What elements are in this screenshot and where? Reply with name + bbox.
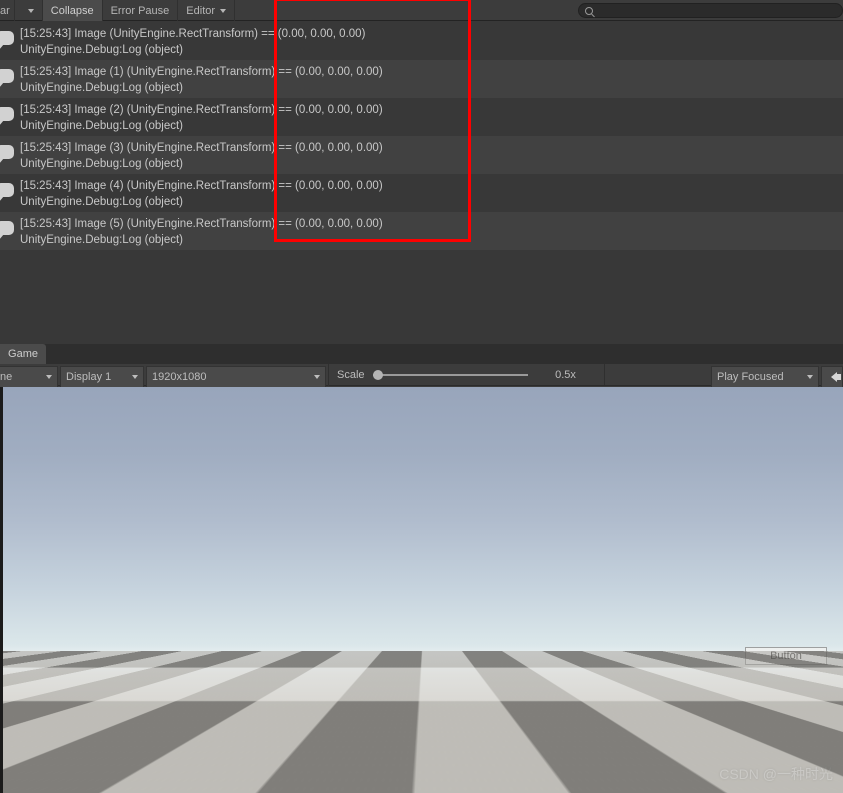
search-icon [585, 6, 593, 15]
game-panel: Game ne Display 1 1920x1080 Scale 0.5x P… [0, 344, 843, 793]
log-stacktrace: UnityEngine.Debug:Log (object) [20, 234, 184, 246]
editor-label: Editor [186, 4, 216, 17]
scale-label: Scale [337, 369, 365, 381]
log-entry-row[interactable]: [15:25:43] Image (2) (UnityEngine.RectTr… [0, 98, 843, 136]
speaker-mute-icon [830, 372, 841, 382]
scale-value: 0.5x [555, 369, 576, 381]
log-entry-text: [15:25:43] Image (3) (UnityEngine.RectTr… [14, 138, 383, 172]
log-stacktrace: UnityEngine.Debug:Log (object) [20, 196, 184, 208]
log-message: [15:25:43] Image (4) (UnityEngine.RectTr… [20, 180, 383, 192]
game-toolbar: ne Display 1 1920x1080 Scale 0.5x Play F… [0, 364, 843, 388]
log-message: [15:25:43] Image (5) (UnityEngine.RectTr… [20, 218, 383, 230]
unity-editor-window: ar Collapse Error Pause Editor [15:25:43… [0, 0, 843, 793]
chevron-down-icon [220, 8, 227, 13]
play-mode-label: Play Focused [717, 371, 784, 383]
error-pause-toggle[interactable]: Error Pause [103, 0, 179, 21]
chevron-down-icon [27, 8, 34, 13]
chevron-down-icon [46, 375, 52, 379]
chevron-down-icon [807, 375, 813, 379]
game-tab-bar: Game [0, 344, 843, 364]
ui-button[interactable]: Button [745, 647, 827, 665]
clear-dropdown-button[interactable] [15, 0, 43, 21]
ground-plane [3, 651, 843, 793]
aspect-ratio-label: ne [0, 371, 13, 383]
resolution-dropdown[interactable]: 1920x1080 [146, 366, 326, 388]
horizon-haze [3, 651, 843, 709]
console-log-list[interactable]: [15:25:43] Image (UnityEngine.RectTransf… [0, 22, 843, 344]
clear-button[interactable]: ar [0, 0, 15, 21]
log-entry-row[interactable]: [15:25:43] Image (3) (UnityEngine.RectTr… [0, 136, 843, 174]
log-stacktrace: UnityEngine.Debug:Log (object) [20, 158, 184, 170]
log-entry-text: [15:25:43] Image (5) (UnityEngine.RectTr… [14, 214, 383, 248]
log-entry-text: [15:25:43] Image (UnityEngine.RectTransf… [14, 24, 365, 58]
chevron-down-icon [314, 375, 320, 379]
scale-slider-handle[interactable] [372, 370, 383, 380]
log-stacktrace: UnityEngine.Debug:Log (object) [20, 82, 184, 94]
resolution-label: 1920x1080 [152, 371, 207, 383]
tab-game[interactable]: Game [0, 344, 46, 364]
skybox [3, 387, 843, 653]
comment-log-icon [0, 62, 14, 96]
comment-log-icon [0, 138, 14, 172]
search-input[interactable] [597, 5, 842, 16]
ui-button-label: Button [770, 650, 802, 662]
watermark: CSDN @一种时光 [719, 766, 833, 782]
log-stacktrace: UnityEngine.Debug:Log (object) [20, 44, 184, 56]
log-entry-row[interactable]: [15:25:43] Image (1) (UnityEngine.RectTr… [0, 60, 843, 98]
collapse-toggle[interactable]: Collapse [42, 0, 103, 21]
log-entry-text: [15:25:43] Image (4) (UnityEngine.RectTr… [14, 176, 383, 210]
log-entry-row[interactable]: [15:25:43] Image (5) (UnityEngine.RectTr… [0, 212, 843, 250]
console-panel: ar Collapse Error Pause Editor [15:25:43… [0, 0, 843, 344]
log-message: [15:25:43] Image (2) (UnityEngine.RectTr… [20, 104, 383, 116]
toolbar-spacer [603, 364, 711, 385]
editor-dropdown[interactable]: Editor [178, 0, 236, 21]
log-entry-text: [15:25:43] Image (1) (UnityEngine.RectTr… [14, 62, 383, 96]
chevron-down-icon [132, 375, 138, 379]
collapse-label: Collapse [50, 4, 94, 17]
comment-log-icon [0, 176, 14, 210]
log-message: [15:25:43] Image (3) (UnityEngine.RectTr… [20, 142, 383, 154]
game-view-render[interactable]: New Text New Text New Text New Text New … [0, 387, 843, 793]
comment-log-icon [0, 100, 14, 134]
log-message: [15:25:43] Image (UnityEngine.RectTransf… [20, 28, 366, 40]
tab-game-label: Game [8, 348, 38, 360]
log-message: [15:25:43] Image (1) (UnityEngine.RectTr… [20, 66, 383, 78]
clear-button-label: ar [0, 4, 10, 17]
log-entry-row[interactable]: [15:25:43] Image (4) (UnityEngine.RectTr… [0, 174, 843, 212]
error-pause-label: Error Pause [110, 4, 170, 17]
console-search-box[interactable] [578, 3, 843, 18]
scale-control[interactable]: Scale 0.5x [328, 364, 604, 386]
log-entry-row[interactable]: [15:25:43] Image (UnityEngine.RectTransf… [0, 22, 843, 60]
display-dropdown[interactable]: Display 1 [60, 366, 144, 388]
log-entry-text: [15:25:43] Image (2) (UnityEngine.RectTr… [14, 100, 383, 134]
mute-audio-button[interactable] [821, 366, 843, 388]
aspect-ratio-dropdown[interactable]: ne [0, 366, 58, 388]
display-label: Display 1 [66, 371, 112, 383]
scale-slider[interactable] [372, 370, 528, 380]
play-mode-dropdown[interactable]: Play Focused [711, 366, 819, 388]
comment-log-icon [0, 24, 14, 58]
comment-log-icon [0, 214, 14, 248]
console-toolbar: ar Collapse Error Pause Editor [0, 0, 843, 21]
log-stacktrace: UnityEngine.Debug:Log (object) [20, 120, 184, 132]
